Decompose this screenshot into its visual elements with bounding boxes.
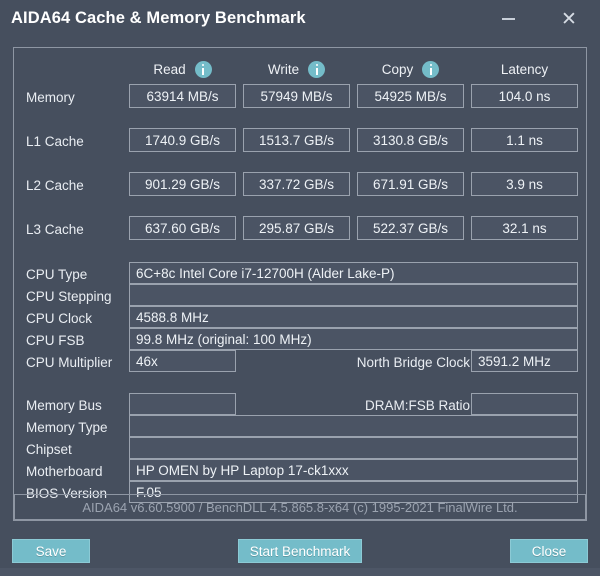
l1-read-value: 1740.9 GB/s	[129, 128, 236, 152]
value-cpu-fsb: 99.8 MHz (original: 100 MHz)	[129, 328, 578, 350]
column-header-latency-label: Latency	[501, 62, 548, 77]
value-cpu-multiplier: 46x	[129, 350, 236, 372]
close-icon: ✕	[561, 10, 577, 29]
label-north-bridge-clock: North Bridge Clock	[290, 355, 470, 370]
value-dram-fsb-ratio	[471, 393, 578, 415]
window-title: AIDA64 Cache & Memory Benchmark	[11, 9, 306, 28]
value-cpu-clock: 4588.8 MHz	[129, 306, 578, 328]
column-header-latency: Latency	[471, 59, 578, 79]
info-icon-read[interactable]	[195, 61, 212, 78]
version-text: AIDA64 v6.60.5900 / BenchDLL 4.5.865.8-x…	[82, 500, 517, 515]
l2-copy-value: 671.91 GB/s	[357, 172, 464, 196]
version-strip: AIDA64 v6.60.5900 / BenchDLL 4.5.865.8-x…	[14, 495, 586, 521]
label-cpu-clock: CPU Clock	[26, 311, 92, 326]
column-header-read-label: Read	[153, 62, 185, 77]
value-memory-bus	[129, 393, 236, 415]
row-label-l2-cache: L2 Cache	[26, 178, 84, 193]
l3-write-value: 295.87 GB/s	[243, 216, 350, 240]
save-button[interactable]: Save	[12, 539, 90, 563]
l1-copy-value: 3130.8 GB/s	[357, 128, 464, 152]
value-cpu-type: 6C+8c Intel Core i7-12700H (Alder Lake-P…	[129, 262, 578, 284]
minimize-button[interactable]	[491, 4, 525, 34]
label-cpu-type: CPU Type	[26, 267, 87, 282]
column-header-copy: Copy	[357, 59, 464, 79]
value-motherboard: HP OMEN by HP Laptop 17-ck1xxx	[129, 459, 578, 481]
minimize-icon	[502, 18, 515, 20]
label-motherboard: Motherboard	[26, 464, 103, 479]
memory-write-value: 57949 MB/s	[243, 84, 350, 108]
label-cpu-fsb: CPU FSB	[26, 333, 85, 348]
close-window-button[interactable]: ✕	[552, 4, 586, 34]
l2-write-value: 337.72 GB/s	[243, 172, 350, 196]
memory-read-value: 63914 MB/s	[129, 84, 236, 108]
info-icon-write[interactable]	[308, 61, 325, 78]
aida64-benchmark-window: AIDA64 Cache & Memory Benchmark ✕ Read W…	[0, 0, 600, 576]
value-north-bridge-clock: 3591.2 MHz	[471, 350, 578, 372]
label-chipset: Chipset	[26, 442, 72, 457]
l3-read-value: 637.60 GB/s	[129, 216, 236, 240]
close-button[interactable]: Close	[510, 539, 588, 563]
label-dram-fsb-ratio: DRAM:FSB Ratio	[290, 398, 470, 413]
row-label-l3-cache: L3 Cache	[26, 222, 84, 237]
start-benchmark-button[interactable]: Start Benchmark	[238, 539, 362, 563]
value-chipset	[129, 437, 578, 459]
column-header-copy-label: Copy	[382, 62, 414, 77]
label-cpu-stepping: CPU Stepping	[26, 289, 112, 304]
l3-latency-value: 32.1 ns	[471, 216, 578, 240]
label-memory-bus: Memory Bus	[26, 398, 102, 413]
memory-copy-value: 54925 MB/s	[357, 84, 464, 108]
l1-write-value: 1513.7 GB/s	[243, 128, 350, 152]
label-cpu-multiplier: CPU Multiplier	[26, 355, 112, 370]
value-cpu-stepping	[129, 284, 578, 306]
column-header-write: Write	[243, 59, 350, 79]
l1-latency-value: 1.1 ns	[471, 128, 578, 152]
l2-latency-value: 3.9 ns	[471, 172, 578, 196]
info-icon-copy[interactable]	[422, 61, 439, 78]
column-header-read: Read	[129, 59, 236, 79]
value-memory-type	[129, 415, 578, 437]
row-label-l1-cache: L1 Cache	[26, 134, 84, 149]
column-header-write-label: Write	[268, 62, 299, 77]
l3-copy-value: 522.37 GB/s	[357, 216, 464, 240]
memory-latency-value: 104.0 ns	[471, 84, 578, 108]
row-label-memory: Memory	[26, 90, 75, 105]
version-strip-inner: AIDA64 v6.60.5900 / BenchDLL 4.5.865.8-x…	[14, 494, 586, 520]
title-bar: AIDA64 Cache & Memory Benchmark ✕	[0, 0, 600, 42]
window-bottom-strip	[0, 568, 600, 576]
l2-read-value: 901.29 GB/s	[129, 172, 236, 196]
label-memory-type: Memory Type	[26, 420, 108, 435]
